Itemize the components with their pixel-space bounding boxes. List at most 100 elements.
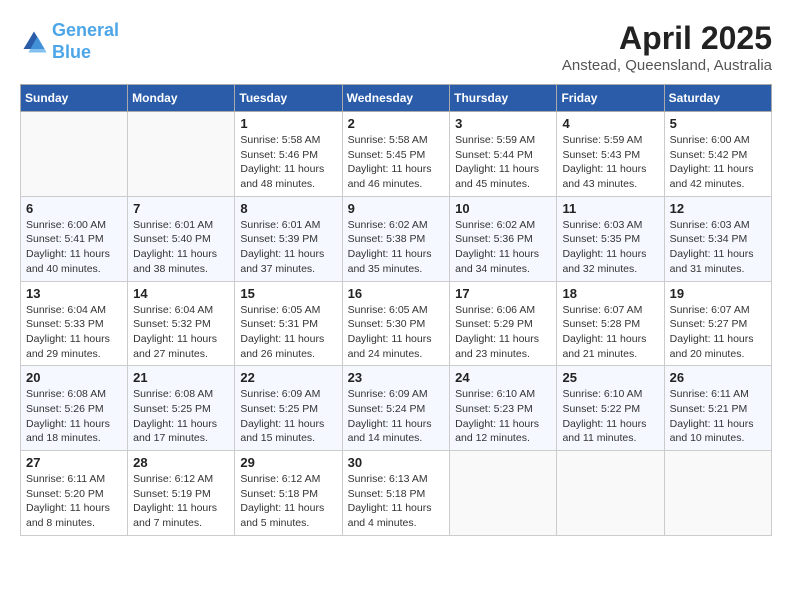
- calendar-day-cell: 9Sunrise: 6:02 AM Sunset: 5:38 PM Daylig…: [342, 196, 450, 281]
- calendar-day-cell: 2 Sunrise: 5:58 AM Sunset: 5:45 PM Daylig…: [342, 112, 450, 197]
- day-number: 25: [562, 370, 658, 385]
- day-number: 21: [133, 370, 229, 385]
- day-number: 16: [348, 286, 445, 301]
- day-number: 20: [26, 370, 122, 385]
- calendar-day-cell: 24 Sunrise: 6:10 AM Sunset: 5:23 PM Dayli…: [450, 366, 557, 451]
- calendar-header: SundayMondayTuesdayWednesdayThursdayFrid…: [21, 85, 772, 112]
- calendar-day-cell: 3 Sunrise: 5:59 AM Sunset: 5:44 PM Daylig…: [450, 112, 557, 197]
- day-info: Sunrise: 5:58 AM Sunset: 5:45 PM Dayligh…: [348, 133, 445, 192]
- day-number: 13: [26, 286, 122, 301]
- day-info: Sunrise: 6:09 AM Sunset: 5:24 PM Dayligh…: [348, 387, 445, 446]
- calendar-day-cell: 14 Sunrise: 6:04 AM Sunset: 5:32 PM Dayli…: [128, 281, 235, 366]
- calendar-day-cell: 5 Sunrise: 6:00 AM Sunset: 5:42 PM Daylig…: [664, 112, 771, 197]
- calendar-day-cell: 19 Sunrise: 6:07 AM Sunset: 5:27 PM Dayli…: [664, 281, 771, 366]
- calendar-day-cell: 15 Sunrise: 6:05 AM Sunset: 5:31 PM Dayli…: [235, 281, 342, 366]
- day-number: 23: [348, 370, 445, 385]
- calendar-day-cell: [128, 112, 235, 197]
- day-number: 17: [455, 286, 551, 301]
- calendar-day-cell: 10Sunrise: 6:02 AM Sunset: 5:36 PM Dayli…: [450, 196, 557, 281]
- day-info: Sunrise: 6:00 AM Sunset: 5:42 PM Dayligh…: [670, 133, 766, 192]
- calendar-day-cell: 4Sunrise: 5:59 AM Sunset: 5:43 PM Daylig…: [557, 112, 664, 197]
- day-of-week-header: Wednesday: [342, 85, 450, 112]
- calendar-day-cell: 27Sunrise: 6:11 AM Sunset: 5:20 PM Dayli…: [21, 451, 128, 536]
- day-info: Sunrise: 5:59 AM Sunset: 5:43 PM Dayligh…: [562, 133, 658, 192]
- calendar-day-cell: 12Sunrise: 6:03 AM Sunset: 5:34 PM Dayli…: [664, 196, 771, 281]
- day-number: 29: [240, 455, 336, 470]
- calendar-day-cell: 25 Sunrise: 6:10 AM Sunset: 5:22 PM Dayli…: [557, 366, 664, 451]
- day-number: 24: [455, 370, 551, 385]
- calendar-day-cell: 8 Sunrise: 6:01 AM Sunset: 5:39 PM Daylig…: [235, 196, 342, 281]
- calendar-day-cell: 28 Sunrise: 6:12 AM Sunset: 5:19 PM Dayli…: [128, 451, 235, 536]
- calendar-day-cell: [557, 451, 664, 536]
- day-info: Sunrise: 6:10 AM Sunset: 5:23 PM Dayligh…: [455, 387, 551, 446]
- day-of-week-header: Friday: [557, 85, 664, 112]
- day-info: Sunrise: 6:05 AM Sunset: 5:31 PM Dayligh…: [240, 303, 336, 362]
- day-info: Sunrise: 6:07 AM Sunset: 5:28 PM Dayligh…: [562, 303, 658, 362]
- day-info: Sunrise: 6:10 AM Sunset: 5:22 PM Dayligh…: [562, 387, 658, 446]
- calendar-day-cell: 17 Sunrise: 6:06 AM Sunset: 5:29 PM Dayli…: [450, 281, 557, 366]
- day-number: 3: [455, 116, 551, 131]
- day-number: 1: [240, 116, 336, 131]
- day-info: Sunrise: 5:59 AM Sunset: 5:44 PM Dayligh…: [455, 133, 551, 192]
- day-number: 15: [240, 286, 336, 301]
- day-number: 2: [348, 116, 445, 131]
- calendar-day-cell: 7 Sunrise: 6:01 AM Sunset: 5:40 PM Daylig…: [128, 196, 235, 281]
- day-info: Sunrise: 6:07 AM Sunset: 5:27 PM Dayligh…: [670, 303, 766, 362]
- day-info: Sunrise: 6:09 AM Sunset: 5:25 PM Dayligh…: [240, 387, 336, 446]
- day-number: 22: [240, 370, 336, 385]
- calendar-day-cell: 30 Sunrise: 6:13 AM Sunset: 5:18 PM Dayli…: [342, 451, 450, 536]
- day-info: Sunrise: 6:06 AM Sunset: 5:29 PM Dayligh…: [455, 303, 551, 362]
- calendar-week-row: 13 Sunrise: 6:04 AM Sunset: 5:33 PM Dayli…: [21, 281, 772, 366]
- day-of-week-header: Saturday: [664, 85, 771, 112]
- calendar-week-row: 1 Sunrise: 5:58 AM Sunset: 5:46 PM Daylig…: [21, 112, 772, 197]
- day-info: Sunrise: 6:01 AM Sunset: 5:39 PM Dayligh…: [240, 218, 336, 277]
- calendar-table: SundayMondayTuesdayWednesdayThursdayFrid…: [20, 84, 772, 536]
- main-title: April 2025: [562, 20, 772, 57]
- logo-icon: [20, 28, 48, 56]
- day-number: 9: [348, 201, 445, 216]
- day-info: Sunrise: 6:05 AM Sunset: 5:30 PM Dayligh…: [348, 303, 445, 362]
- calendar-day-cell: 16 Sunrise: 6:05 AM Sunset: 5:30 PM Dayli…: [342, 281, 450, 366]
- day-info: Sunrise: 6:13 AM Sunset: 5:18 PM Dayligh…: [348, 472, 445, 531]
- calendar-day-cell: 29 Sunrise: 6:12 AM Sunset: 5:18 PM Dayli…: [235, 451, 342, 536]
- day-info: Sunrise: 6:04 AM Sunset: 5:32 PM Dayligh…: [133, 303, 229, 362]
- logo-text: General Blue: [52, 20, 119, 63]
- day-number: 27: [26, 455, 122, 470]
- calendar-day-cell: 20 Sunrise: 6:08 AM Sunset: 5:26 PM Dayli…: [21, 366, 128, 451]
- day-info: Sunrise: 6:04 AM Sunset: 5:33 PM Dayligh…: [26, 303, 122, 362]
- day-info: Sunrise: 6:11 AM Sunset: 5:21 PM Dayligh…: [670, 387, 766, 446]
- day-info: Sunrise: 6:12 AM Sunset: 5:19 PM Dayligh…: [133, 472, 229, 531]
- day-number: 26: [670, 370, 766, 385]
- calendar-day-cell: 18 Sunrise: 6:07 AM Sunset: 5:28 PM Dayli…: [557, 281, 664, 366]
- day-number: 8: [240, 201, 336, 216]
- day-number: 5: [670, 116, 766, 131]
- calendar-day-cell: 26 Sunrise: 6:11 AM Sunset: 5:21 PM Dayli…: [664, 366, 771, 451]
- calendar-day-cell: 1 Sunrise: 5:58 AM Sunset: 5:46 PM Daylig…: [235, 112, 342, 197]
- day-number: 19: [670, 286, 766, 301]
- day-info: Sunrise: 5:58 AM Sunset: 5:46 PM Dayligh…: [240, 133, 336, 192]
- day-number: 7: [133, 201, 229, 216]
- day-number: 6: [26, 201, 122, 216]
- day-number: 18: [562, 286, 658, 301]
- day-of-week-header: Monday: [128, 85, 235, 112]
- calendar-week-row: 6Sunrise: 6:00 AM Sunset: 5:41 PM Daylig…: [21, 196, 772, 281]
- subtitle: Anstead, Queensland, Australia: [562, 57, 772, 74]
- day-info: Sunrise: 6:12 AM Sunset: 5:18 PM Dayligh…: [240, 472, 336, 531]
- calendar-week-row: 27Sunrise: 6:11 AM Sunset: 5:20 PM Dayli…: [21, 451, 772, 536]
- calendar-day-cell: [450, 451, 557, 536]
- day-number: 30: [348, 455, 445, 470]
- day-of-week-header: Tuesday: [235, 85, 342, 112]
- day-number: 28: [133, 455, 229, 470]
- day-info: Sunrise: 6:08 AM Sunset: 5:26 PM Dayligh…: [26, 387, 122, 446]
- day-info: Sunrise: 6:01 AM Sunset: 5:40 PM Dayligh…: [133, 218, 229, 277]
- calendar-day-cell: [664, 451, 771, 536]
- day-of-week-header: Sunday: [21, 85, 128, 112]
- calendar-day-cell: 13 Sunrise: 6:04 AM Sunset: 5:33 PM Dayli…: [21, 281, 128, 366]
- day-number: 10: [455, 201, 551, 216]
- title-area: April 2025 Anstead, Queensland, Australi…: [562, 20, 772, 74]
- logo: General Blue: [20, 20, 119, 63]
- calendar-week-row: 20 Sunrise: 6:08 AM Sunset: 5:26 PM Dayli…: [21, 366, 772, 451]
- calendar-day-cell: 22 Sunrise: 6:09 AM Sunset: 5:25 PM Dayli…: [235, 366, 342, 451]
- day-number: 14: [133, 286, 229, 301]
- day-info: Sunrise: 6:03 AM Sunset: 5:35 PM Dayligh…: [562, 218, 658, 277]
